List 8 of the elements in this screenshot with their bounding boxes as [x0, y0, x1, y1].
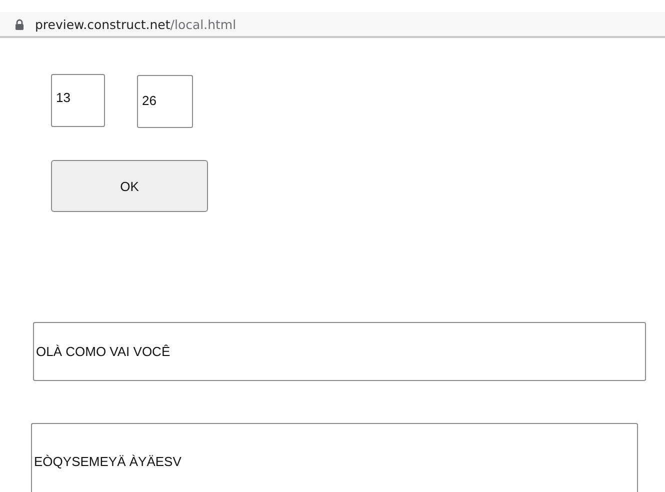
text-field[interactable]: EÒQYSEMEYÄ ÀYÄESV: [31, 423, 638, 492]
number-field[interactable]: 13: [51, 74, 105, 127]
lock-icon: [15, 18, 24, 30]
ok-button[interactable]: OK: [51, 160, 208, 212]
text-field[interactable]: OLÀ COMO VAI VOCÊ: [33, 322, 646, 381]
address-bar[interactable]: preview.construct.net/local.html: [0, 12, 665, 38]
number-field[interactable]: 26: [137, 75, 193, 128]
url-text: preview.construct.net/local.html: [35, 16, 236, 32]
